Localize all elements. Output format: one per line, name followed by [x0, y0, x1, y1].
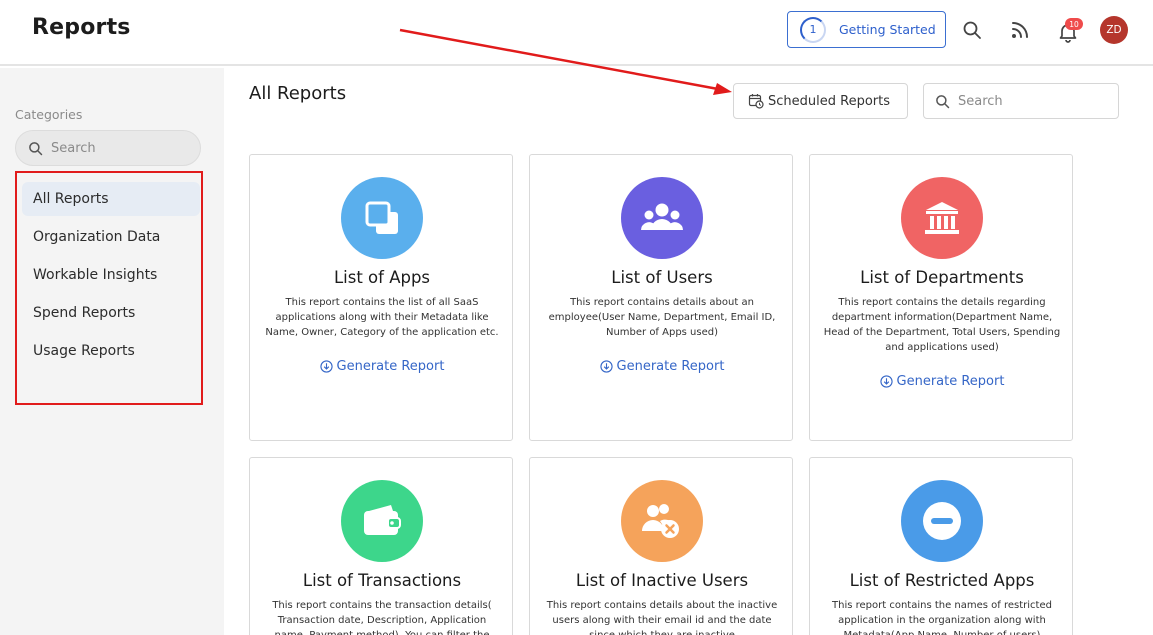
getting-started-step: 1	[809, 23, 817, 36]
sidebar-item-all-reports[interactable]: All Reports	[22, 182, 200, 216]
category-search-box	[15, 130, 201, 166]
card-description: This report contains the transaction det…	[272, 600, 492, 635]
search-icon[interactable]	[960, 18, 984, 42]
report-card-restricted-apps: List of Restricted Apps This report cont…	[809, 457, 1073, 635]
sidebar-item-label: Spend Reports	[33, 305, 136, 321]
getting-started-button[interactable]: 1 Getting Started	[787, 11, 946, 48]
feed-icon[interactable]	[1008, 18, 1032, 42]
download-circle-icon	[879, 375, 893, 388]
card-title: List of Departments	[860, 268, 1024, 287]
avatar[interactable]: ZD	[1100, 16, 1128, 44]
generate-report-label: Generate Report	[336, 359, 445, 374]
categories-label: Categories	[15, 107, 83, 122]
report-search-box	[923, 83, 1119, 119]
sidebar-item-label: Organization Data	[33, 229, 161, 245]
download-circle-icon	[319, 360, 333, 373]
inactive-users-icon	[621, 480, 703, 562]
search-icon	[29, 141, 43, 155]
card-title: List of Restricted Apps	[849, 571, 1035, 590]
generate-report-button[interactable]: Generate Report	[250, 359, 514, 374]
report-card-users: List of Users This report contains detai…	[529, 154, 793, 441]
sidebar-item-label: Workable Insights	[33, 267, 158, 283]
report-card-departments: List of Departments This report contains…	[809, 154, 1073, 441]
scheduled-reports-label: Scheduled Reports	[768, 93, 890, 109]
sidebar-item-label: Usage Reports	[33, 343, 135, 359]
card-title: List of Apps	[333, 268, 431, 287]
download-circle-icon	[599, 360, 613, 373]
card-title: List of Users	[611, 268, 713, 287]
category-search-input[interactable]	[51, 140, 191, 156]
sidebar-item-label: All Reports	[33, 191, 109, 207]
sidebar-item-organization-data[interactable]: Organization Data	[22, 220, 200, 254]
wallet-icon	[341, 480, 423, 562]
generate-report-label: Generate Report	[896, 374, 1005, 389]
report-card-apps: List of Apps This report contains the li…	[249, 154, 513, 441]
card-description: This report contains the details regardi…	[823, 297, 1061, 353]
card-title: List of Inactive Users	[575, 571, 749, 590]
restricted-icon	[901, 480, 983, 562]
page-title: Reports	[32, 15, 131, 40]
card-description: This report contains the list of all Saa…	[265, 297, 499, 338]
card-description: This report contains details about an em…	[548, 297, 776, 338]
search-icon	[936, 94, 950, 108]
scheduled-reports-button[interactable]: Scheduled Reports	[733, 83, 908, 119]
generate-report-button[interactable]: Generate Report	[530, 359, 794, 374]
card-description: This report contains the names of restri…	[832, 600, 1052, 635]
users-icon	[621, 177, 703, 259]
progress-ring-icon: 1	[800, 16, 826, 43]
sidebar-item-spend-reports[interactable]: Spend Reports	[22, 296, 200, 330]
sidebar-item-usage-reports[interactable]: Usage Reports	[22, 334, 200, 368]
sidebar-item-workable-insights[interactable]: Workable Insights	[22, 258, 200, 292]
generate-report-label: Generate Report	[616, 359, 725, 374]
card-description: This report contains details about the i…	[546, 600, 778, 635]
report-card-inactive-users: List of Inactive Users This report conta…	[529, 457, 793, 635]
card-title: List of Transactions	[302, 571, 462, 590]
section-title: All Reports	[249, 83, 347, 104]
department-icon	[901, 177, 983, 259]
notification-badge: 10	[1065, 18, 1083, 30]
category-highlight-box: All Reports Organization Data Workable I…	[15, 171, 203, 405]
sidebar: Categories All Reports Organization Data…	[0, 68, 224, 635]
getting-started-label: Getting Started	[839, 22, 936, 37]
apps-icon	[341, 177, 423, 259]
report-search-input[interactable]	[958, 93, 1108, 109]
report-card-transactions: List of Transactions This report contain…	[249, 457, 513, 635]
calendar-clock-icon	[748, 94, 764, 109]
generate-report-button[interactable]: Generate Report	[810, 374, 1074, 389]
top-header: Reports 1 Getting Started 10 ZD	[0, 0, 1153, 66]
